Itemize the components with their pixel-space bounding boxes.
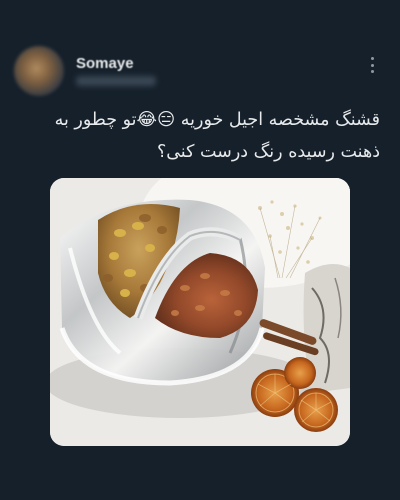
tweet-text-line: ذهنت رسیده رنگ درست کنی؟ <box>156 142 380 162</box>
nuts-bowl-photo <box>50 178 350 446</box>
author-display-name[interactable]: Somaye <box>76 55 134 72</box>
more-options-icon[interactable] <box>364 54 380 76</box>
author-handle-blurred <box>76 76 156 86</box>
tweet-text: قشنگ مشخصه اجیل خوریه 😑😂تو چطور به ذهنت … <box>30 104 380 168</box>
author-avatar[interactable] <box>14 46 64 96</box>
tweet-media-photo[interactable] <box>50 178 350 446</box>
tweet-card[interactable]: Somaye قشنگ مشخصه اجیل خوریه 😑😂تو چطور ب… <box>0 0 400 500</box>
tweet-text-line: قشنگ مشخصه اجیل خوریه 😑😂تو چطور به <box>54 110 380 130</box>
